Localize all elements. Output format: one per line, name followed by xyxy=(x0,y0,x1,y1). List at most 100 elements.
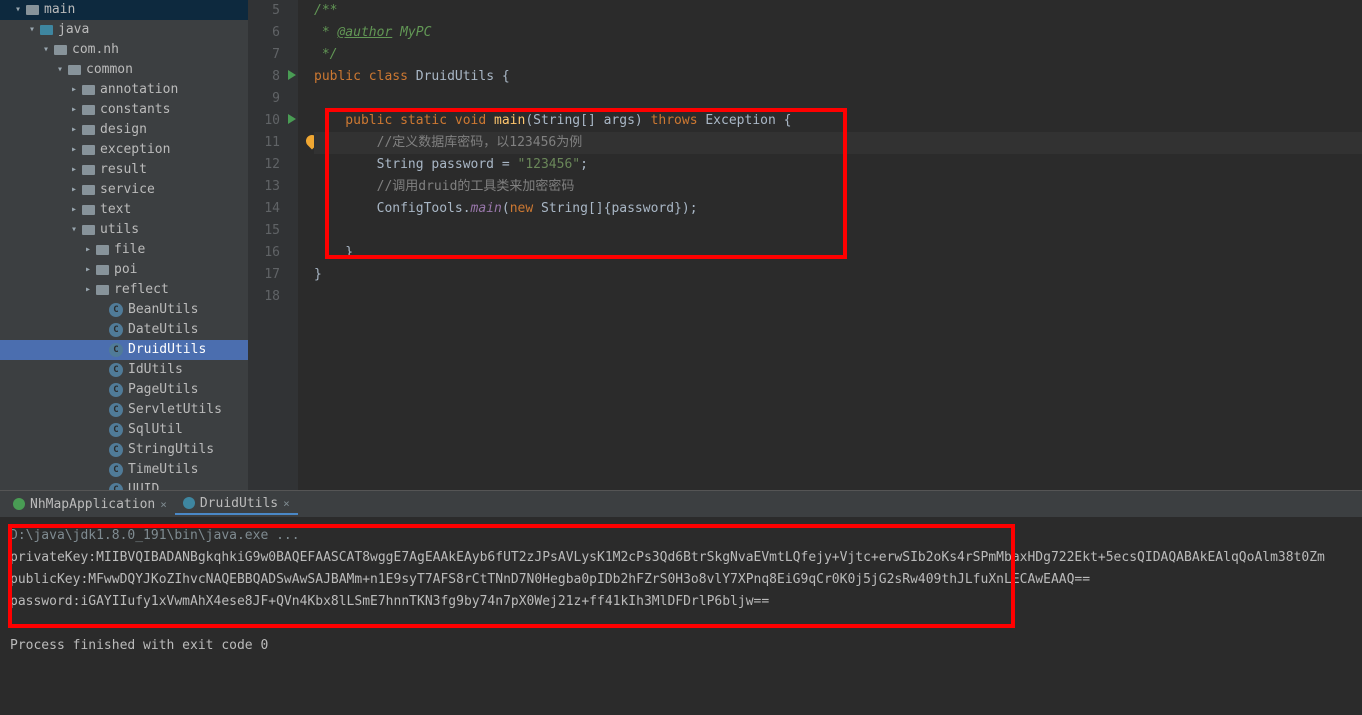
code-text: ( xyxy=(502,201,510,216)
line-number: 16 xyxy=(248,242,298,264)
tree-label: service xyxy=(100,180,155,200)
tree-class[interactable]: CServletUtils xyxy=(0,400,248,420)
tree-label: PageUtils xyxy=(128,380,198,400)
tree-label: BeanUtils xyxy=(128,300,198,320)
tree-item-java[interactable]: ▾java xyxy=(0,20,248,40)
code-text: "123456" xyxy=(518,157,581,172)
tree-item-main[interactable]: ▾main xyxy=(0,0,248,20)
run-tool-window: NhMapApplication × DruidUtils × D:\java\… xyxy=(0,490,1362,715)
line-number: 6 xyxy=(248,22,298,44)
gutter: 5 6 7 8 9 10 11 12 13 14 15 16 17 18 xyxy=(248,0,298,490)
project-tree[interactable]: ▾main ▾java ▾com.nh ▾common ▸annotation … xyxy=(0,0,248,490)
tree-label: StringUtils xyxy=(128,440,214,460)
tree-class-druidutils[interactable]: CDruidUtils xyxy=(0,340,248,360)
code-text: //定义数据库密码，以123456为例 xyxy=(314,135,582,150)
code-text: MyPC xyxy=(392,25,431,40)
code-text: String[]{password}); xyxy=(541,201,698,216)
tab-label: DruidUtils xyxy=(200,496,278,511)
line-number: 11 xyxy=(248,132,298,154)
tree-class[interactable]: CBeanUtils xyxy=(0,300,248,320)
tree-item-common[interactable]: ▾common xyxy=(0,60,248,80)
code-area[interactable]: /** * @author MyPC */ public class Druid… xyxy=(298,0,1362,490)
tree-class[interactable]: CDateUtils xyxy=(0,320,248,340)
tree-class[interactable]: CStringUtils xyxy=(0,440,248,460)
line-number: 15 xyxy=(248,220,298,242)
run-gutter-icon[interactable] xyxy=(288,114,296,124)
tree-item-package[interactable]: ▾com.nh xyxy=(0,40,248,60)
tree-item[interactable]: ▸exception xyxy=(0,140,248,160)
code-editor[interactable]: 5 6 7 8 9 10 11 12 13 14 15 16 17 18 /**… xyxy=(248,0,1362,490)
console-line: Process finished with exit code 0 xyxy=(10,635,1352,657)
tree-label: reflect xyxy=(114,280,169,300)
code-text: main xyxy=(494,113,525,128)
tree-class[interactable]: CPageUtils xyxy=(0,380,248,400)
tree-label: exception xyxy=(100,140,170,160)
tree-label: design xyxy=(100,120,147,140)
code-text: * xyxy=(314,25,337,40)
tree-item[interactable]: ▸annotation xyxy=(0,80,248,100)
tree-item-utils[interactable]: ▾utils xyxy=(0,220,248,240)
code-text: class xyxy=(369,69,416,84)
tree-label: java xyxy=(58,20,89,40)
app-icon xyxy=(183,497,195,509)
tree-item[interactable]: ▸result xyxy=(0,160,248,180)
tree-class[interactable]: CTimeUtils xyxy=(0,460,248,480)
tree-label: utils xyxy=(100,220,139,240)
code-text: (String[] args) xyxy=(525,113,650,128)
line-number: 7 xyxy=(248,44,298,66)
console-line: password:iGAYIIufy1xVwmAhX4ese8JF+QVn4Kb… xyxy=(10,591,1352,613)
code-text: ConfigTools. xyxy=(314,201,471,216)
close-icon[interactable]: × xyxy=(160,498,167,511)
tree-label: result xyxy=(100,160,147,180)
tree-item[interactable]: ▸service xyxy=(0,180,248,200)
console-tabs: NhMapApplication × DruidUtils × xyxy=(0,491,1362,517)
close-icon[interactable]: × xyxy=(283,497,290,510)
code-text: */ xyxy=(314,47,337,62)
tree-label: common xyxy=(86,60,133,80)
tree-label: DateUtils xyxy=(128,320,198,340)
code-text: DruidUtils xyxy=(416,69,502,84)
code-text: /** xyxy=(314,3,337,18)
code-text: Exception { xyxy=(705,113,791,128)
tree-item[interactable]: ▸reflect xyxy=(0,280,248,300)
code-text: { xyxy=(502,69,510,84)
tree-item[interactable]: ▸text xyxy=(0,200,248,220)
run-tab-druidutils[interactable]: DruidUtils × xyxy=(175,493,298,515)
line-number: 17 xyxy=(248,264,298,286)
tab-label: NhMapApplication xyxy=(30,497,155,512)
code-text: @author xyxy=(337,25,392,40)
line-number: 10 xyxy=(248,110,298,132)
tree-label: annotation xyxy=(100,80,178,100)
run-tab-nhmap[interactable]: NhMapApplication × xyxy=(5,493,175,515)
line-number: 18 xyxy=(248,286,298,308)
code-text: String password = xyxy=(314,157,518,172)
tree-label: DruidUtils xyxy=(128,340,206,360)
tree-class[interactable]: CUUID xyxy=(0,480,248,490)
tree-label: constants xyxy=(100,100,170,120)
tree-label: SqlUtil xyxy=(128,420,183,440)
tree-item[interactable]: ▸constants xyxy=(0,100,248,120)
code-text: main xyxy=(471,201,502,216)
tree-label: com.nh xyxy=(72,40,119,60)
run-gutter-icon[interactable] xyxy=(288,70,296,80)
line-number: 13 xyxy=(248,176,298,198)
tree-label: file xyxy=(114,240,145,260)
console-line: publicKey:MFwwDQYJKoZIhvcNAQEBBQADSwAwSA… xyxy=(10,569,1352,591)
line-number: 8 xyxy=(248,66,298,88)
tree-class[interactable]: CSqlUtil xyxy=(0,420,248,440)
tree-label: poi xyxy=(114,260,137,280)
line-number: 9 xyxy=(248,88,298,110)
tree-class[interactable]: CIdUtils xyxy=(0,360,248,380)
line-number: 5 xyxy=(248,0,298,22)
tree-item[interactable]: ▸design xyxy=(0,120,248,140)
tree-label: TimeUtils xyxy=(128,460,198,480)
run-icon xyxy=(13,498,25,510)
code-text: } xyxy=(314,267,322,282)
tree-item[interactable]: ▸file xyxy=(0,240,248,260)
code-text: } xyxy=(314,245,353,260)
code-text: new xyxy=(510,201,541,216)
tree-item[interactable]: ▸poi xyxy=(0,260,248,280)
console-output[interactable]: D:\java\jdk1.8.0_191\bin\java.exe ... pr… xyxy=(0,517,1362,665)
line-number: 14 xyxy=(248,198,298,220)
code-text: throws xyxy=(651,113,706,128)
